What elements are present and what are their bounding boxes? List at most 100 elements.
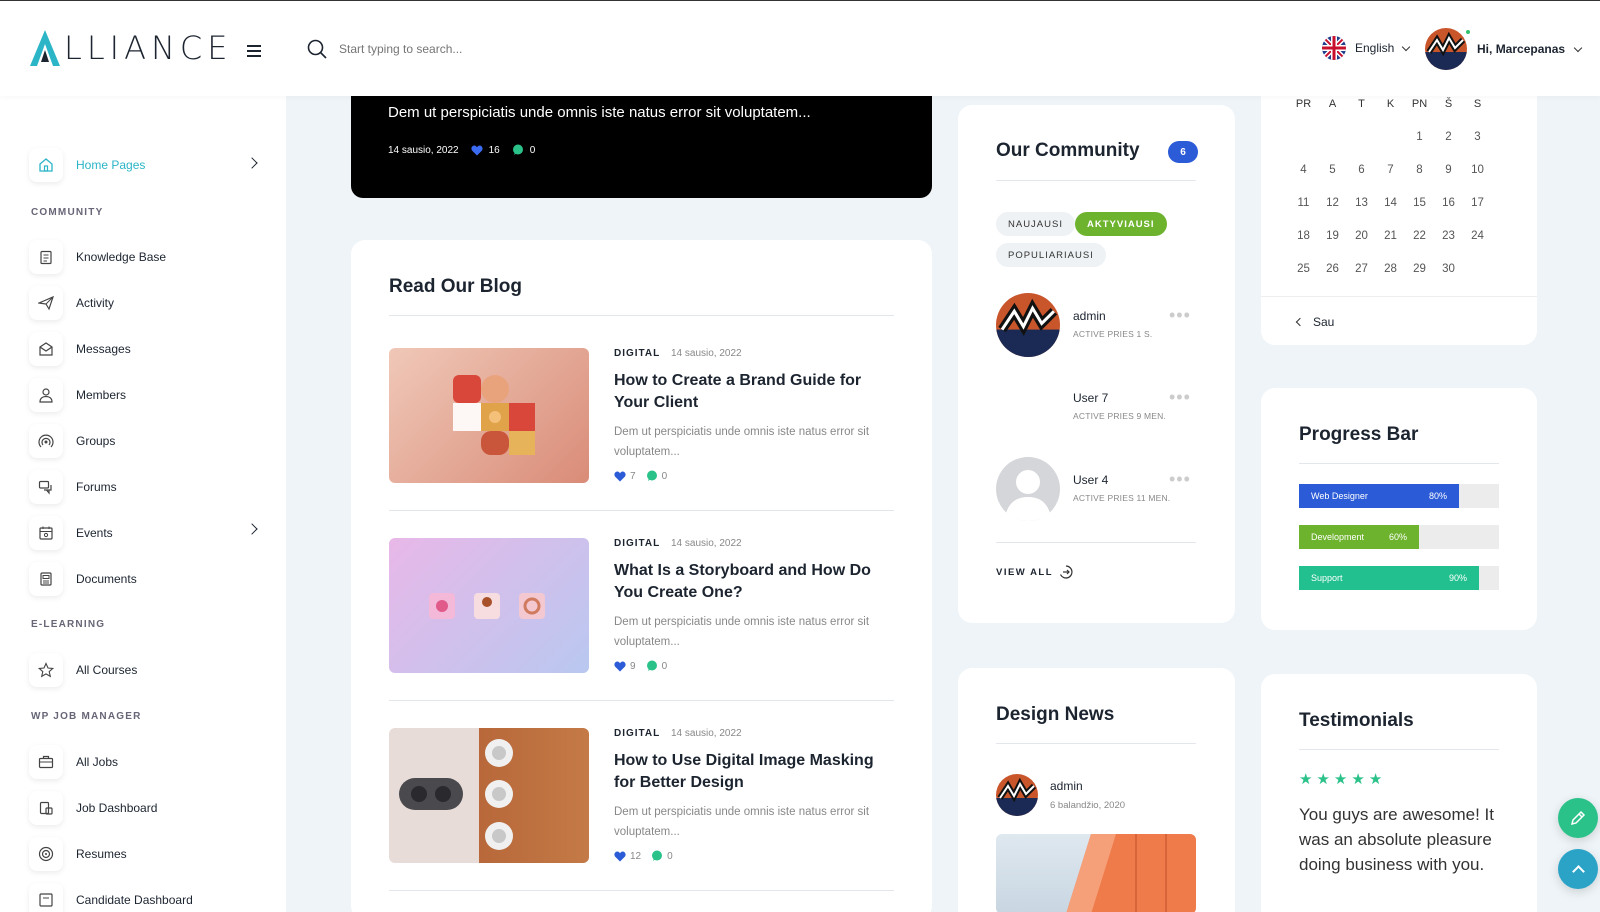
more-options-icon[interactable]: ••• bbox=[1169, 305, 1191, 326]
sidebar-item-all-jobs[interactable]: All Jobs bbox=[29, 745, 118, 779]
calendar-day[interactable]: 10 bbox=[1463, 164, 1492, 176]
calendar-day[interactable]: 30 bbox=[1434, 263, 1463, 275]
calendar-day[interactable]: 21 bbox=[1376, 230, 1405, 242]
sidebar-item-all-courses[interactable]: All Courses bbox=[29, 653, 137, 687]
calendar-day[interactable]: 2 bbox=[1434, 131, 1463, 143]
news-author-avatar[interactable] bbox=[996, 774, 1038, 816]
heart-icon[interactable] bbox=[614, 661, 626, 672]
heart-icon[interactable] bbox=[614, 471, 626, 482]
filter-most-active[interactable]: AKTYVIAUSI bbox=[1075, 212, 1167, 236]
sidebar-item-messages[interactable]: Messages bbox=[29, 332, 131, 366]
calendar-day[interactable]: 16 bbox=[1434, 197, 1463, 209]
calendar-day[interactable]: 9 bbox=[1434, 164, 1463, 176]
sidebar-item-activity[interactable]: Activity bbox=[29, 286, 114, 320]
calendar-day[interactable]: 8 bbox=[1405, 164, 1434, 176]
sidebar-item-job-dashboard[interactable]: Job Dashboard bbox=[29, 791, 157, 825]
sidebar-item-forums[interactable]: Forums bbox=[29, 470, 117, 504]
calendar-day[interactable] bbox=[1463, 263, 1492, 275]
calendar-day[interactable]: 7 bbox=[1376, 164, 1405, 176]
calendar-day[interactable]: 14 bbox=[1376, 197, 1405, 209]
sidebar-item-documents[interactable]: Documents bbox=[29, 562, 137, 596]
heart-icon[interactable] bbox=[614, 851, 626, 862]
logo[interactable]: LLIANCE bbox=[30, 29, 232, 67]
calendar-day[interactable] bbox=[1289, 131, 1318, 143]
calendar-day[interactable]: 4 bbox=[1289, 164, 1318, 176]
search-input[interactable] bbox=[339, 42, 579, 56]
featured-post-title[interactable]: Dem ut perspiciatis unde omnis iste natu… bbox=[388, 104, 811, 121]
comment-icon[interactable] bbox=[512, 144, 524, 156]
comment-icon[interactable] bbox=[651, 850, 663, 862]
member-status: ACTIVE PRIES 11 MEN. bbox=[1073, 493, 1171, 503]
post-title[interactable]: How to Create a Brand Guide for Your Cli… bbox=[614, 370, 884, 414]
calendar-day[interactable]: 25 bbox=[1289, 263, 1318, 275]
news-author-name[interactable]: admin bbox=[1050, 779, 1083, 793]
chevron-right-icon[interactable] bbox=[246, 157, 258, 169]
divider bbox=[1299, 463, 1499, 464]
calendar-day[interactable]: 18 bbox=[1289, 230, 1318, 242]
calendar-day[interactable]: 3 bbox=[1463, 131, 1492, 143]
calendar-day[interactable]: 6 bbox=[1347, 164, 1376, 176]
post-category[interactable]: DIGITAL bbox=[614, 538, 660, 549]
heart-icon[interactable] bbox=[471, 145, 483, 156]
sidebar-item-home-pages[interactable]: Home Pages bbox=[29, 148, 145, 182]
calendar-day[interactable]: 27 bbox=[1347, 263, 1376, 275]
post-title[interactable]: What Is a Storyboard and How Do You Crea… bbox=[614, 560, 884, 604]
calendar-day[interactable]: 20 bbox=[1347, 230, 1376, 242]
calendar-day[interactable]: 5 bbox=[1318, 164, 1347, 176]
featured-post-card[interactable]: Dem ut perspiciatis unde omnis iste natu… bbox=[351, 90, 932, 198]
calendar-day[interactable]: 12 bbox=[1318, 197, 1347, 209]
calendar-day[interactable]: 22 bbox=[1405, 230, 1434, 242]
post-thumbnail[interactable] bbox=[389, 538, 589, 673]
post-thumbnail[interactable] bbox=[389, 348, 589, 483]
calendar-day[interactable]: 23 bbox=[1434, 230, 1463, 242]
menu-toggle-icon[interactable] bbox=[247, 45, 261, 57]
member-name[interactable]: User 7 bbox=[1073, 391, 1108, 405]
comment-icon[interactable] bbox=[646, 470, 658, 482]
user-menu[interactable]: Hi, Marcepanas bbox=[1425, 28, 1583, 70]
sidebar-item-resumes[interactable]: Resumes bbox=[29, 837, 127, 871]
post-thumbnail[interactable] bbox=[389, 728, 589, 863]
filter-newest[interactable]: NAUJAUSI bbox=[996, 212, 1075, 236]
calendar-day[interactable]: 24 bbox=[1463, 230, 1492, 242]
scroll-top-button[interactable] bbox=[1558, 849, 1598, 889]
more-options-icon[interactable]: ••• bbox=[1169, 387, 1191, 408]
search-icon[interactable] bbox=[307, 39, 327, 59]
sidebar-item-knowledge-base[interactable]: Knowledge Base bbox=[29, 240, 166, 274]
comment-icon[interactable] bbox=[646, 660, 658, 672]
calendar-day[interactable]: 11 bbox=[1289, 197, 1318, 209]
calendar-day[interactable] bbox=[1318, 131, 1347, 143]
calendar-day[interactable]: 1 bbox=[1405, 131, 1434, 143]
calendar-day[interactable]: 26 bbox=[1318, 263, 1347, 275]
calendar-day[interactable] bbox=[1376, 131, 1405, 143]
language-selector[interactable]: English bbox=[1322, 36, 1411, 60]
chevron-right-icon[interactable] bbox=[246, 523, 258, 535]
calendar-day[interactable]: 13 bbox=[1347, 197, 1376, 209]
sidebar-item-candidate-dashboard[interactable]: Candidate Dashboard bbox=[29, 883, 193, 912]
news-thumbnail[interactable] bbox=[996, 834, 1196, 912]
post-title[interactable]: How to Use Digital Image Masking for Bet… bbox=[614, 750, 884, 794]
sidebar-item-groups[interactable]: Groups bbox=[29, 424, 115, 458]
post-category[interactable]: DIGITAL bbox=[614, 728, 660, 739]
calendar-day[interactable]: 17 bbox=[1463, 197, 1492, 209]
post-category[interactable]: DIGITAL bbox=[614, 348, 660, 359]
sidebar-item-label: Events bbox=[76, 526, 113, 540]
progress-fill: Support 90% bbox=[1299, 566, 1479, 590]
calendar-prev-month[interactable]: Sau bbox=[1295, 315, 1334, 329]
calendar-day[interactable]: 28 bbox=[1376, 263, 1405, 275]
filter-popular[interactable]: POPULIARIAUSI bbox=[996, 243, 1106, 267]
member-name[interactable]: admin bbox=[1073, 309, 1106, 323]
edit-fab-button[interactable] bbox=[1558, 798, 1598, 838]
calendar-day[interactable]: 19 bbox=[1318, 230, 1347, 242]
member-avatar[interactable] bbox=[996, 457, 1060, 526]
sidebar-item-members[interactable]: Members bbox=[29, 378, 126, 412]
more-options-icon[interactable]: ••• bbox=[1169, 469, 1191, 490]
view-all-link[interactable]: VIEW ALL bbox=[996, 565, 1073, 579]
calendar-day[interactable] bbox=[1347, 131, 1376, 143]
member-status: ACTIVE PRIES 1 S. bbox=[1073, 329, 1153, 339]
member-avatar[interactable] bbox=[996, 293, 1060, 357]
member-name[interactable]: User 4 bbox=[1073, 473, 1108, 487]
calendar-day[interactable]: 15 bbox=[1405, 197, 1434, 209]
like-count: 12 bbox=[630, 850, 642, 862]
calendar-day[interactable]: 29 bbox=[1405, 263, 1434, 275]
sidebar-item-events[interactable]: Events bbox=[29, 516, 113, 550]
